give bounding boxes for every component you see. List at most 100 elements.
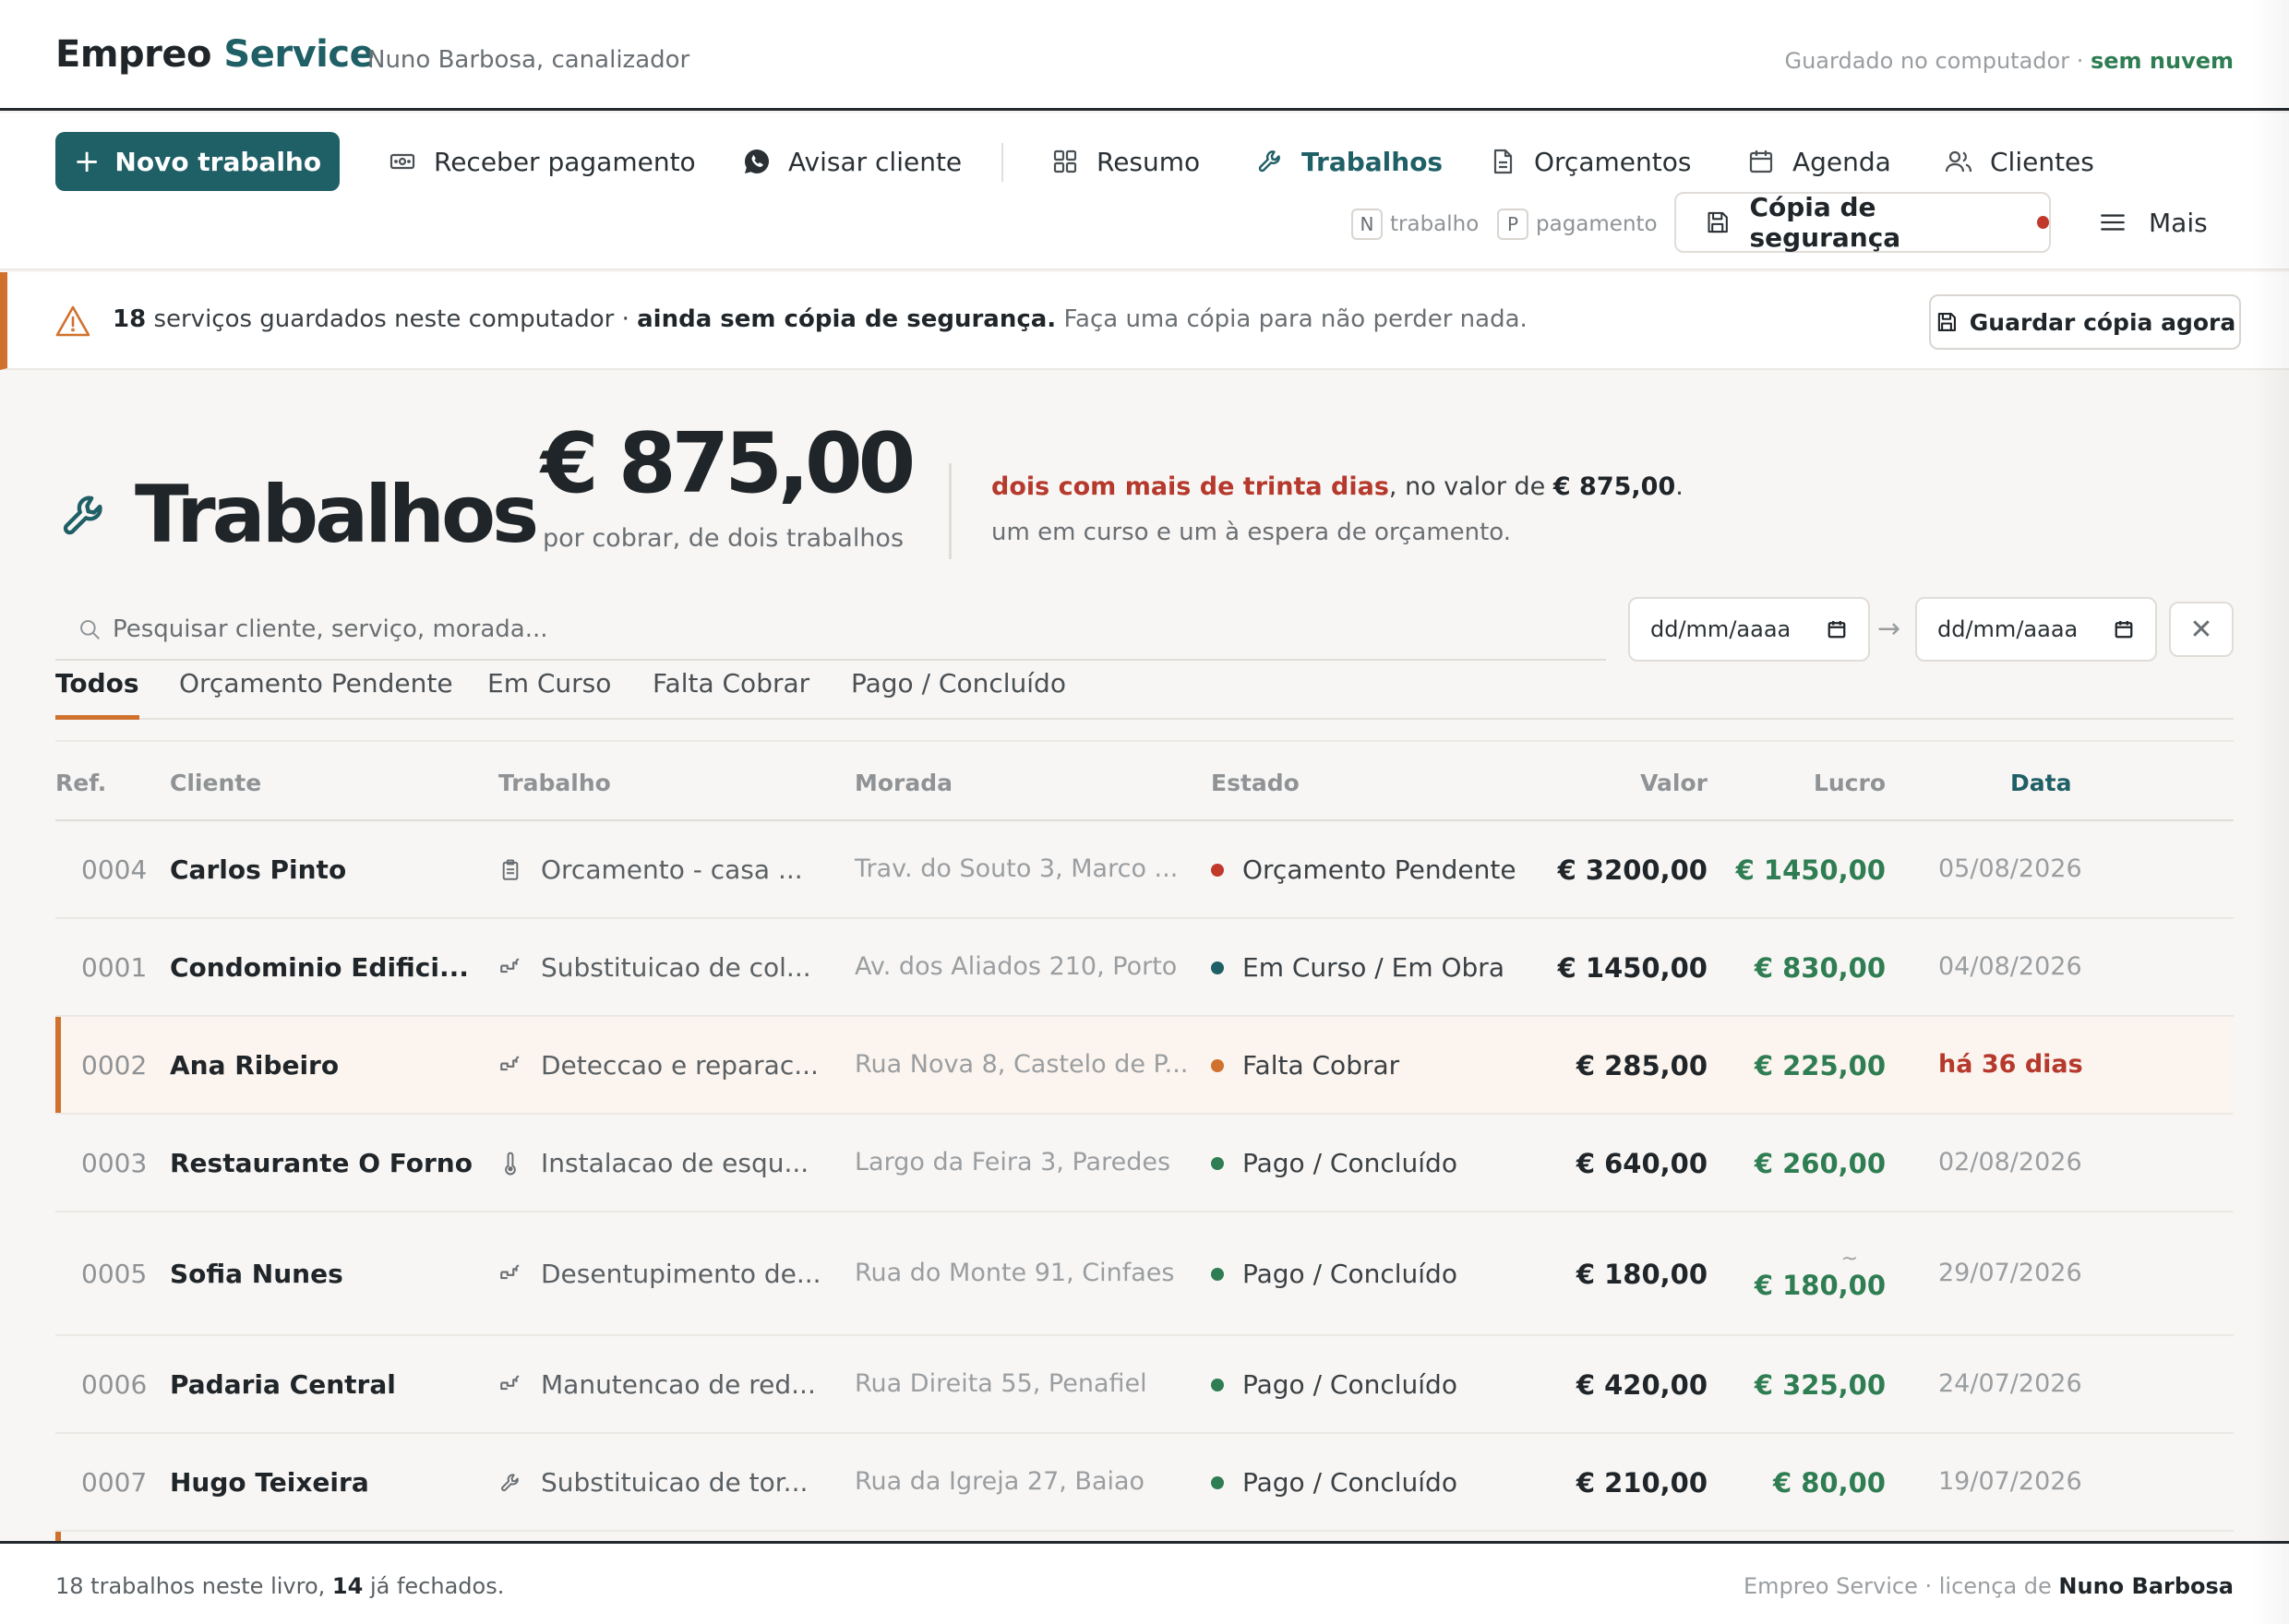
row-value: € 180,00 — [1576, 1259, 1708, 1290]
column-client[interactable]: Cliente — [170, 770, 261, 796]
column-date[interactable]: Data — [2010, 770, 2071, 796]
toolbar: + Novo trabalho Receber pagamento Avisar… — [0, 113, 2289, 270]
banner-text-1: serviços guardados neste computador · — [146, 305, 638, 333]
cash-icon — [389, 153, 415, 170]
date-to-placeholder: dd/mm/aaaa — [1937, 616, 2079, 642]
date-to-input[interactable]: dd/mm/aaaa — [1915, 597, 2157, 662]
row-job-label: Manutencao de red... — [541, 1369, 816, 1400]
row-job-label: Desentupimento de... — [541, 1259, 821, 1289]
date-from-placeholder: dd/mm/aaaa — [1650, 616, 1792, 642]
date-from-input[interactable]: dd/mm/aaaa — [1628, 597, 1870, 662]
nav-clients[interactable]: Clientes — [1944, 141, 2094, 182]
row-profit-value: € 830,00 — [1754, 952, 1886, 984]
row-date: há 36 dias — [1938, 1050, 2083, 1079]
nav-summary[interactable]: Resumo — [1050, 141, 1200, 182]
status-dot — [1211, 1267, 1224, 1281]
nav-agenda-label: Agenda — [1792, 146, 1891, 177]
row-date: 05/08/2026 — [1938, 854, 2082, 883]
status-dot — [1211, 1475, 1224, 1489]
column-ref[interactable]: Ref. — [55, 770, 106, 796]
new-job-button[interactable]: + Novo trabalho — [55, 132, 340, 191]
row-profit-value: € 1450,00 — [1735, 854, 1886, 886]
row-job-label: Orcamento - casa ... — [541, 854, 803, 885]
owner-label: Nuno Barbosa, canalizador — [367, 46, 690, 74]
backup-label: Cópia de segurança — [1749, 192, 1901, 253]
footer: 18 trabalhos neste livro, 14 já fechados… — [0, 1541, 2289, 1624]
row-status-label: Falta Cobrar — [1242, 1050, 1400, 1081]
hero-divider — [949, 463, 952, 559]
brand-name-part1: Empreo — [55, 33, 211, 76]
backup-button[interactable]: Cópia de segurança — [1674, 192, 2051, 253]
nav-quotes[interactable]: Orçamentos — [1488, 141, 1691, 182]
row-job: Desentupimento de... — [498, 1259, 821, 1289]
table-row[interactable]: 0007 Hugo Teixeira Substituicao de tor... R… — [55, 1434, 2234, 1532]
row-job: Instalacao de esqu... — [498, 1148, 809, 1178]
row-client: Sofia Nunes — [170, 1259, 343, 1289]
tab-in-progress[interactable]: Em Curso — [487, 663, 611, 720]
row-value: € 210,00 — [1576, 1467, 1708, 1499]
brand-name-part2: Service — [223, 33, 375, 76]
row-profit-value: € 325,00 — [1754, 1369, 1886, 1401]
banner-text-2: Faça uma cópia para não perder nada. — [1056, 305, 1528, 333]
row-value: € 3200,00 — [1557, 854, 1708, 886]
row-date: 29/07/2026 — [1938, 1259, 2082, 1287]
save-state-accent: sem nuvem — [2090, 48, 2234, 74]
estimate-mark: ~ — [1840, 1248, 1858, 1271]
search-input[interactable] — [113, 615, 1497, 643]
overdue-note: dois com mais de trinta dias, no valor d… — [991, 472, 1684, 501]
column-address[interactable]: Morada — [855, 770, 953, 796]
row-status: Pago / Concluído — [1211, 1259, 1457, 1289]
more-label: Mais — [2149, 207, 2208, 238]
save-backup-now-button[interactable]: Guardar cópia agora — [1929, 294, 2241, 350]
table-row[interactable]: 0006 Padaria Central Manutencao de red... R… — [55, 1336, 2234, 1434]
tab-to-charge[interactable]: Falta Cobrar — [653, 663, 809, 720]
table-row[interactable]: 0005 Sofia Nunes Desentupimento de... Rua d… — [55, 1212, 2234, 1336]
column-status[interactable]: Estado — [1211, 770, 1300, 796]
row-profit: € 325,00 — [1755, 1369, 1886, 1401]
clear-filters-button[interactable]: ✕ — [2169, 602, 2234, 657]
row-address: Rua da Igreja 27, Baiao — [855, 1467, 1145, 1496]
notify-client-button[interactable]: Avisar cliente — [742, 141, 962, 182]
table-row[interactable]: 0002 Ana Ribeiro Deteccao e reparac... Rua … — [55, 1017, 2234, 1115]
row-status-label: Pago / Concluído — [1242, 1369, 1457, 1400]
nav-jobs[interactable]: Trabalhos — [1255, 141, 1443, 182]
status-note: um em curso e um à espera de orçamento. — [991, 519, 1512, 546]
table-row[interactable]: 0004 Carlos Pinto Orcamento - casa ... Trav… — [55, 821, 2234, 919]
table-row[interactable]: 0001 Condominio Edifici... Substituicao de… — [55, 919, 2234, 1017]
nav-summary-label: Resumo — [1097, 146, 1201, 177]
nav-agenda[interactable]: Agenda — [1746, 141, 1891, 182]
row-profit: ~ € 180,00 — [1754, 1248, 1886, 1302]
table-row[interactable]: 0003 Restaurante O Forno Instalacao de esq… — [55, 1115, 2234, 1212]
row-status: Pago / Concluído — [1211, 1467, 1457, 1498]
row-value: € 1450,00 — [1557, 952, 1708, 984]
overdue-amount: € 875,00 — [1552, 472, 1676, 501]
row-job: Orcamento - casa ... — [498, 854, 803, 885]
tab-quote-pending[interactable]: Orçamento Pendente — [179, 663, 453, 720]
footer-stats-prefix: 18 trabalhos neste livro, — [55, 1573, 332, 1599]
column-profit[interactable]: Lucro — [1814, 770, 1886, 796]
row-value: € 285,00 — [1576, 1050, 1708, 1081]
receive-payment-button[interactable]: Receber pagamento — [388, 141, 696, 182]
column-job[interactable]: Trabalho — [498, 770, 611, 796]
users-icon — [1945, 150, 1972, 173]
column-value[interactable]: Valor — [1640, 770, 1708, 796]
thermometer-icon — [498, 1152, 522, 1176]
row-profit-value: € 180,00 — [1754, 1270, 1886, 1301]
pipe-icon — [498, 1373, 522, 1397]
backup-warning-banner: 18 serviços guardados neste computador ·… — [0, 272, 2289, 370]
more-menu-button[interactable]: Mais — [2097, 202, 2208, 243]
nav-clients-label: Clientes — [1990, 146, 2094, 177]
status-dot — [1211, 961, 1224, 974]
save-state-text: Guardado no computador · — [1784, 48, 2091, 74]
row-address: Trav. do Souto 3, Marco ... — [855, 854, 1179, 883]
row-client: Ana Ribeiro — [170, 1050, 340, 1081]
table-header: Ref. Cliente Trabalho Morada Estado Valo… — [55, 740, 2234, 821]
calendar-icon — [2115, 621, 2133, 639]
tab-paid[interactable]: Pago / Concluído — [851, 663, 1066, 720]
row-client: Carlos Pinto — [170, 854, 347, 885]
tab-all[interactable]: Todos — [55, 663, 139, 720]
row-ref: 0005 — [81, 1259, 148, 1289]
row-ref: 0002 — [81, 1050, 148, 1081]
status-dot — [1211, 1378, 1224, 1391]
search-icon — [80, 620, 100, 639]
